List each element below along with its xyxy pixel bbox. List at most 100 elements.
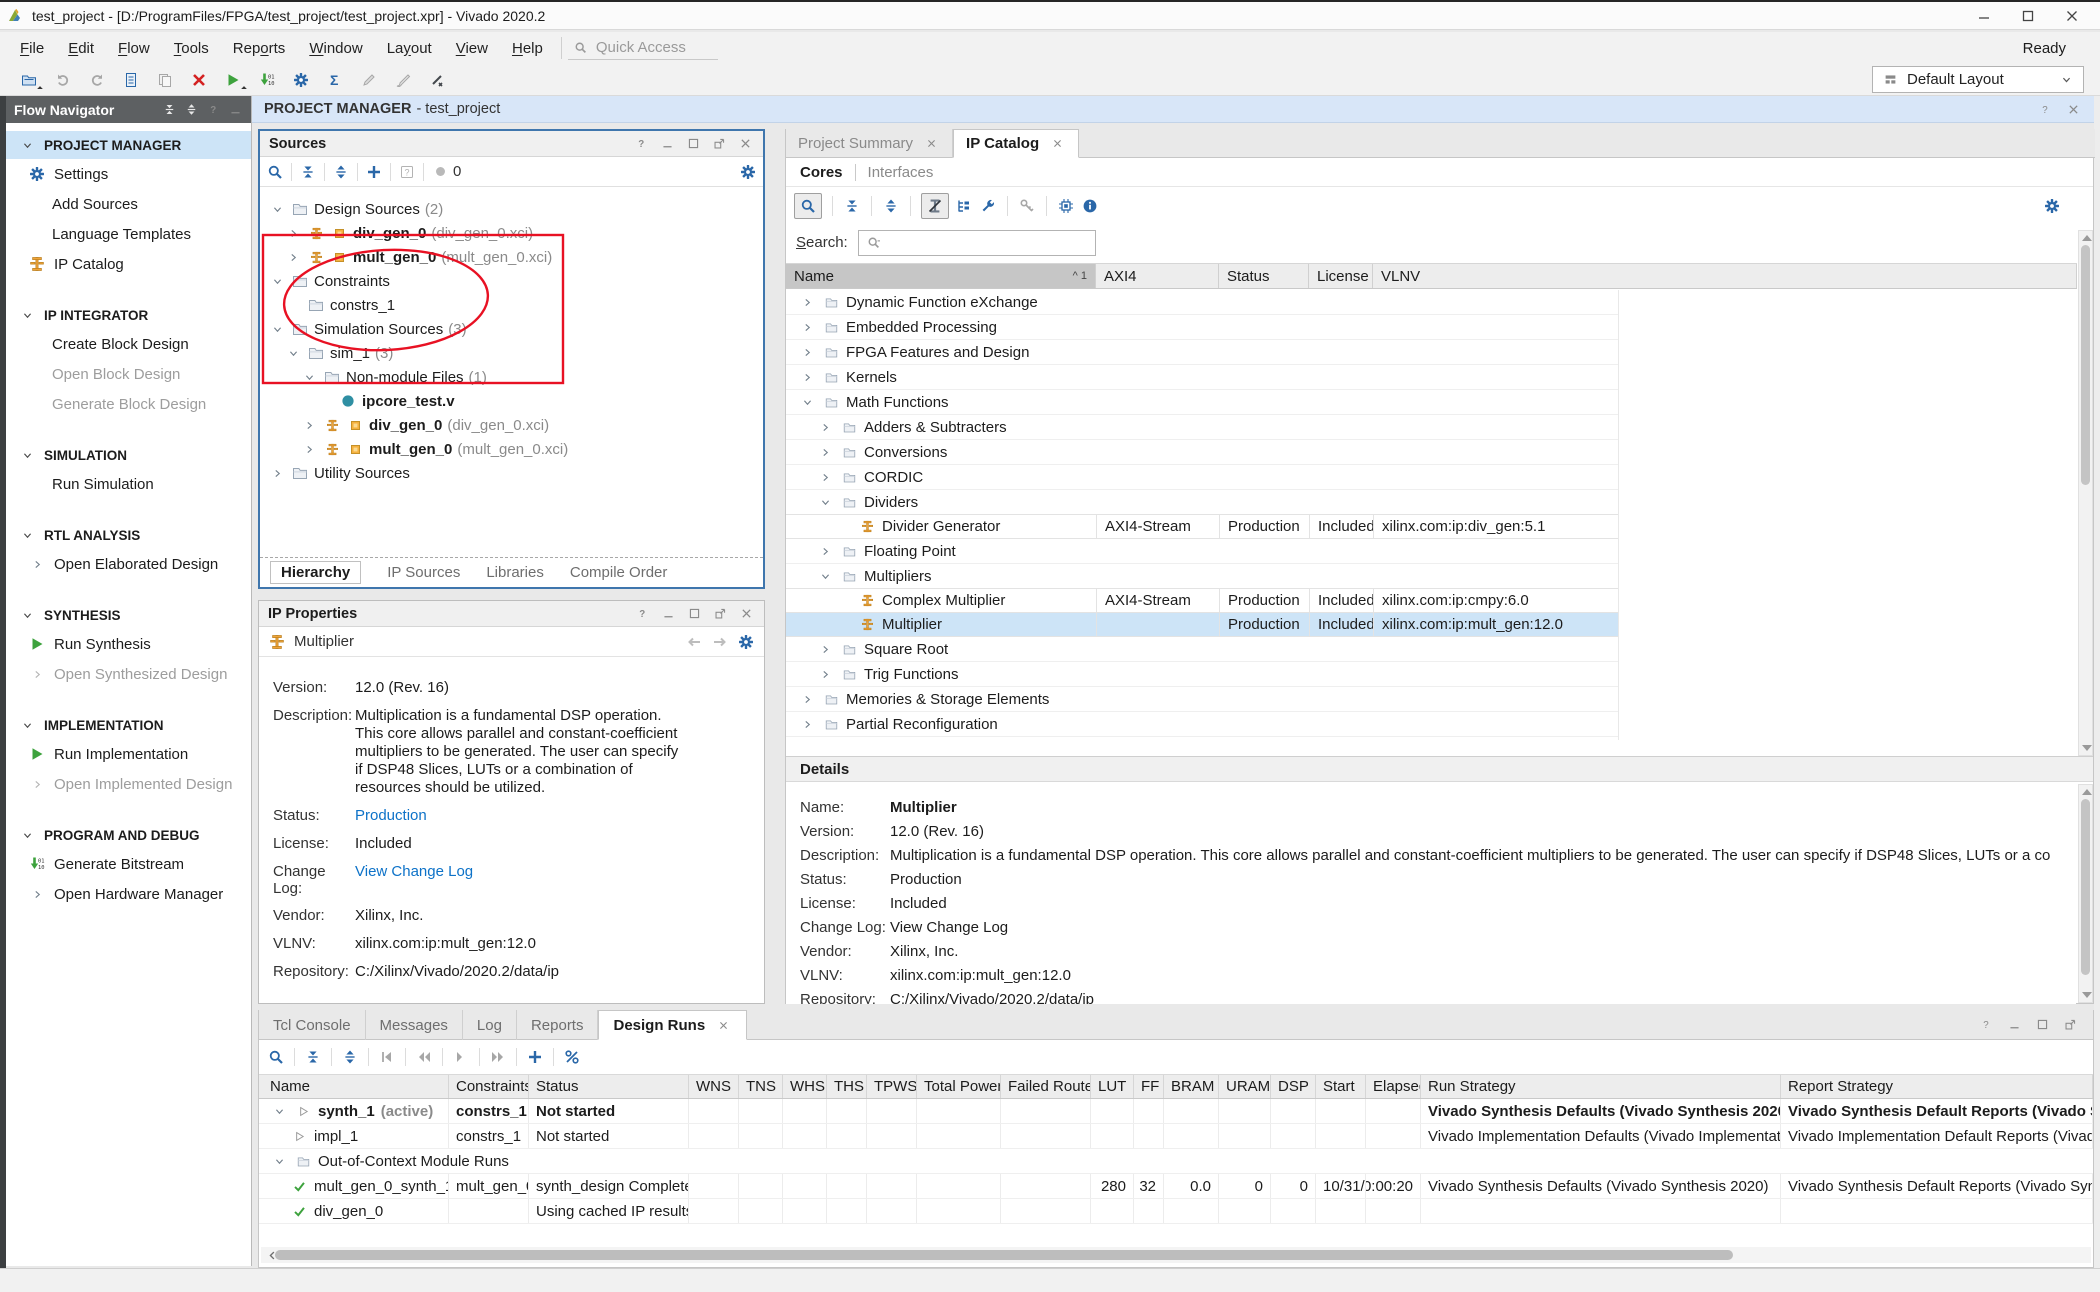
catalog-row-dynamic-function-exchange[interactable]: Dynamic Function eXchange bbox=[786, 290, 1618, 315]
field-value[interactable]: View Change Log bbox=[355, 863, 689, 897]
chevron-right-icon[interactable] bbox=[798, 715, 816, 733]
catalog-row-math-functions[interactable]: Math Functions bbox=[786, 390, 1618, 415]
catalog-row-conversions[interactable]: Conversions bbox=[786, 440, 1618, 465]
settings-button[interactable] bbox=[284, 66, 318, 94]
run-row-div-gen-0[interactable]: div_gen_0Using cached IP results bbox=[259, 1199, 2093, 1224]
column-header-elapsed[interactable]: Elapsed bbox=[1366, 1075, 1421, 1098]
flow-item-create-block-design[interactable]: Create Block Design bbox=[6, 329, 251, 359]
chevron-down-icon[interactable] bbox=[300, 368, 318, 386]
tree-row-mult-gen-0[interactable]: mult_gen_0 (mult_gen_0.xci) bbox=[260, 245, 763, 269]
flow-section-header-program-and-debug[interactable]: PROGRAM AND DEBUG bbox=[6, 821, 251, 849]
mark-button[interactable] bbox=[386, 66, 420, 94]
column-header-license[interactable]: License bbox=[1309, 264, 1373, 288]
help-button[interactable]: ? bbox=[633, 605, 651, 623]
flow-item-open-block-design[interactable]: Open Block Design bbox=[6, 359, 251, 389]
catalog-row-adders-subtracters[interactable]: Adders & Subtracters bbox=[786, 415, 1618, 440]
catalog-row-divider-generator[interactable]: Divider GeneratorAXI4-StreamProductionIn… bbox=[786, 514, 1618, 539]
float-button[interactable] bbox=[710, 135, 728, 153]
tree-row-sim-1[interactable]: sim_1 (3) bbox=[260, 341, 763, 365]
tree-row-div-gen-0[interactable]: div_gen_0 (div_gen_0.xci) bbox=[260, 413, 763, 437]
catalog-row-multiplier[interactable]: MultiplierProductionIncludedxilinx.com:i… bbox=[786, 612, 1618, 637]
minimize-button[interactable] bbox=[227, 101, 243, 119]
column-header-ths[interactable]: THS bbox=[827, 1075, 867, 1098]
tab-reports[interactable]: Reports bbox=[517, 1010, 599, 1040]
chevron-right-icon[interactable] bbox=[268, 464, 286, 482]
back-button[interactable] bbox=[685, 633, 703, 651]
catalog-row-fpga-features-and-design[interactable]: FPGA Features and Design bbox=[786, 340, 1618, 365]
chevron-right-icon[interactable] bbox=[816, 418, 834, 436]
run-row-synth-1[interactable]: synth_1 (active)constrs_1Not startedViva… bbox=[259, 1099, 2093, 1124]
tree-row-constrs-1[interactable]: constrs_1 bbox=[260, 293, 763, 317]
column-header-start[interactable]: Start bbox=[1316, 1075, 1366, 1098]
flow-section-header-synthesis[interactable]: SYNTHESIS bbox=[6, 601, 251, 629]
tab-tcl-console[interactable]: Tcl Console bbox=[259, 1010, 366, 1040]
flow-item-run-synthesis[interactable]: Run Synthesis bbox=[6, 629, 251, 659]
resources-button[interactable] bbox=[563, 1048, 581, 1066]
help-toggle-button[interactable]: ? bbox=[398, 163, 416, 181]
info-button[interactable] bbox=[1081, 197, 1099, 215]
search-button[interactable] bbox=[794, 193, 822, 219]
column-header-failed-routes[interactable]: Failed Routes bbox=[1001, 1075, 1091, 1098]
tree-row-constraints[interactable]: Constraints bbox=[260, 269, 763, 293]
help-button[interactable]: ? bbox=[1977, 1016, 1995, 1034]
catalog-row-square-root[interactable]: Square Root bbox=[786, 637, 1618, 662]
flow-section-header-implementation[interactable]: IMPLEMENTATION bbox=[6, 711, 251, 739]
chevron-right-icon[interactable] bbox=[816, 542, 834, 560]
column-header-tns[interactable]: TNS bbox=[739, 1075, 783, 1098]
chevron-right-icon[interactable] bbox=[816, 640, 834, 658]
tab-project-summary[interactable]: Project Summary bbox=[786, 129, 953, 158]
settings-button[interactable] bbox=[2043, 197, 2061, 215]
expand-all-button[interactable] bbox=[341, 1048, 359, 1066]
menu-item-flow[interactable]: Flow bbox=[106, 36, 162, 61]
collapse-all-button[interactable] bbox=[843, 197, 861, 215]
expand-all-button[interactable] bbox=[332, 163, 350, 181]
chevron-right-icon[interactable] bbox=[798, 343, 816, 361]
flow-item-open-implemented-design[interactable]: Open Implemented Design bbox=[6, 769, 251, 799]
layout-selector[interactable]: Default Layout bbox=[1872, 66, 2084, 93]
chevron-right-icon[interactable] bbox=[798, 690, 816, 708]
column-header-constraints[interactable]: Constraints bbox=[449, 1075, 529, 1098]
details-vertical-scrollbar[interactable] bbox=[2078, 784, 2093, 1003]
menu-item-view[interactable]: View bbox=[444, 36, 500, 61]
tree-row-div-gen-0[interactable]: div_gen_0 (div_gen_0.xci) bbox=[260, 221, 763, 245]
flow-item-open-synthesized-design[interactable]: Open Synthesized Design bbox=[6, 659, 251, 689]
flow-item-generate-block-design[interactable]: Generate Block Design bbox=[6, 389, 251, 419]
column-header-uram[interactable]: URAM bbox=[1219, 1075, 1271, 1098]
menu-item-tools[interactable]: Tools bbox=[162, 36, 221, 61]
add-sources-button[interactable] bbox=[365, 163, 383, 181]
minimize-button[interactable] bbox=[659, 605, 677, 623]
catalog-row-embedded-processing[interactable]: Embedded Processing bbox=[786, 315, 1618, 340]
chevron-down-icon[interactable] bbox=[798, 393, 816, 411]
maximize-button[interactable] bbox=[2033, 1016, 2051, 1034]
collapse-all-button[interactable] bbox=[304, 1048, 322, 1066]
first-run-button[interactable] bbox=[378, 1048, 396, 1066]
flow-item-language-templates[interactable]: Language Templates bbox=[6, 219, 251, 249]
forward-button[interactable] bbox=[711, 633, 729, 651]
undo-button[interactable] bbox=[46, 66, 80, 94]
sources-tab-ip-sources[interactable]: IP Sources bbox=[387, 564, 460, 581]
column-header-run-strategy[interactable]: Run Strategy bbox=[1421, 1075, 1781, 1098]
chevron-down-icon[interactable] bbox=[816, 493, 834, 511]
float-button[interactable] bbox=[2061, 1016, 2079, 1034]
search-button[interactable] bbox=[266, 163, 284, 181]
catalog-row-partial-reconfiguration[interactable]: Partial Reconfiguration bbox=[786, 712, 1618, 737]
subtab-interfaces[interactable]: Interfaces bbox=[855, 164, 946, 181]
chevron-down-icon[interactable] bbox=[268, 272, 286, 290]
help-button[interactable]: ? bbox=[632, 135, 650, 153]
catalog-row-kernels[interactable]: Kernels bbox=[786, 365, 1618, 390]
settings-button[interactable] bbox=[739, 163, 757, 181]
tab-messages[interactable]: Messages bbox=[366, 1010, 463, 1040]
column-header-report-strategy[interactable]: Report Strategy bbox=[1781, 1075, 2093, 1098]
maximize-button[interactable] bbox=[685, 605, 703, 623]
chevron-right-icon[interactable] bbox=[798, 293, 816, 311]
run-row-mult-gen-0-synth-1[interactable]: mult_gen_0_synth_1mult_gen_0synth_design… bbox=[259, 1174, 2093, 1199]
flow-section-header-rtl-analysis[interactable]: RTL ANALYSIS bbox=[6, 521, 251, 549]
window-close-button[interactable] bbox=[2050, 3, 2094, 29]
next-run-button[interactable] bbox=[489, 1048, 507, 1066]
column-header-lut[interactable]: LUT bbox=[1091, 1075, 1134, 1098]
catalog-row-multipliers[interactable]: Multipliers bbox=[786, 564, 1618, 589]
minimize-button[interactable] bbox=[658, 135, 676, 153]
column-header-status[interactable]: Status bbox=[529, 1075, 689, 1098]
catalog-row-cordic[interactable]: CORDIC bbox=[786, 465, 1618, 490]
column-header-axi4[interactable]: AXI4 bbox=[1096, 264, 1219, 288]
